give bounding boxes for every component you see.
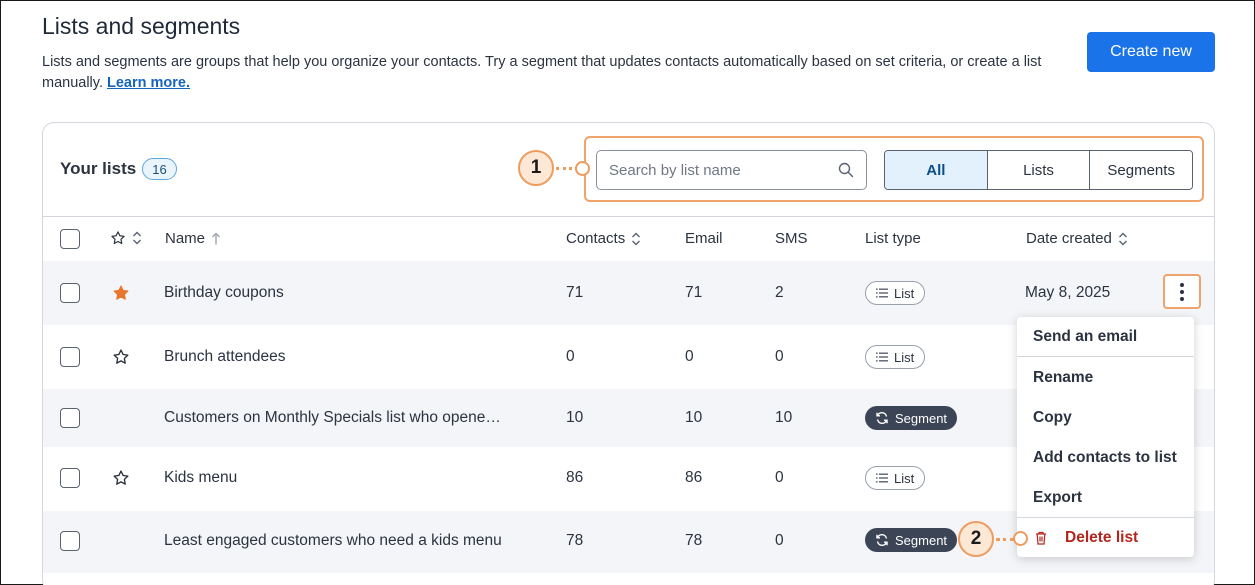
sort-icon bbox=[1118, 232, 1127, 245]
menu-item-rename[interactable]: Rename bbox=[1033, 369, 1093, 387]
refresh-icon bbox=[876, 533, 888, 547]
list-type-label: List bbox=[894, 470, 915, 486]
list-type-column-header: List type bbox=[865, 230, 921, 247]
sms-count: 2 bbox=[775, 284, 784, 301]
list-type-pill: List bbox=[865, 466, 926, 490]
table-row[interactable]: Birthday coupons 71 71 2 List May 8, 202… bbox=[43, 261, 1214, 325]
row-action-menu: Send an email Rename Copy Add contacts t… bbox=[1017, 317, 1194, 557]
callout-anchor bbox=[1013, 531, 1028, 546]
more-options-button[interactable] bbox=[1163, 274, 1201, 309]
sms-count: 0 bbox=[775, 348, 784, 365]
list-type-pill: List bbox=[865, 281, 926, 305]
filter-all[interactable]: All bbox=[885, 151, 988, 189]
list-name[interactable]: Least engaged customers who need a kids … bbox=[164, 532, 502, 550]
row-checkbox[interactable] bbox=[60, 408, 80, 428]
list-type-label: List bbox=[894, 349, 915, 365]
page-title: Lists and segments bbox=[42, 13, 241, 39]
list-count-badge: 16 bbox=[142, 158, 177, 180]
page-description: Lists and segments are groups that help … bbox=[42, 52, 1062, 94]
date-created-header-label: Date created bbox=[1026, 230, 1112, 247]
sms-count: 10 bbox=[775, 409, 793, 426]
callout-step-2: 2 bbox=[958, 521, 994, 557]
list-name[interactable]: Kids menu bbox=[164, 469, 237, 487]
star-filled-icon[interactable] bbox=[112, 284, 130, 302]
email-count: 10 bbox=[685, 409, 703, 426]
favorite-sort-header[interactable] bbox=[110, 230, 142, 246]
sms-count: 0 bbox=[775, 532, 784, 549]
contacts-column-header[interactable]: Contacts bbox=[566, 230, 641, 247]
menu-item-copy[interactable]: Copy bbox=[1033, 409, 1072, 427]
list-icon bbox=[876, 352, 888, 362]
search-box[interactable] bbox=[596, 150, 867, 190]
row-checkbox[interactable] bbox=[60, 468, 80, 488]
contacts-count: 0 bbox=[566, 348, 575, 365]
contacts-count: 86 bbox=[566, 469, 584, 486]
list-icon bbox=[876, 473, 888, 483]
row-checkbox[interactable] bbox=[60, 283, 80, 303]
name-column-header[interactable]: Name bbox=[165, 230, 221, 247]
menu-separator bbox=[1017, 517, 1194, 518]
more-vertical-icon bbox=[1180, 282, 1184, 301]
list-type-label: List bbox=[894, 285, 915, 301]
select-all-checkbox[interactable] bbox=[60, 229, 80, 249]
date-created: May 8, 2025 bbox=[1025, 284, 1111, 301]
email-count: 78 bbox=[685, 532, 703, 549]
star-outline-icon bbox=[111, 231, 125, 245]
row-checkbox[interactable] bbox=[60, 531, 80, 551]
filter-segmented-control: All Lists Segments bbox=[884, 150, 1193, 190]
date-created-column-header[interactable]: Date created bbox=[1026, 230, 1128, 247]
table-header: Name Contacts Email SMS List type Date c… bbox=[43, 216, 1214, 261]
star-outline-icon[interactable] bbox=[112, 348, 130, 366]
menu-item-send-email[interactable]: Send an email bbox=[1033, 328, 1137, 346]
segment-type-pill: Segment bbox=[865, 406, 958, 430]
email-count: 86 bbox=[685, 469, 703, 486]
search-input[interactable] bbox=[609, 161, 838, 179]
refresh-icon bbox=[876, 411, 888, 425]
sort-icon bbox=[133, 231, 141, 245]
contacts-header-label: Contacts bbox=[566, 230, 626, 247]
contacts-count: 78 bbox=[566, 532, 584, 549]
learn-more-link[interactable]: Learn more. bbox=[107, 75, 190, 91]
trash-icon bbox=[1036, 531, 1046, 545]
segment-type-pill: Segment bbox=[865, 528, 958, 552]
list-name[interactable]: Customers on Monthly Specials list who o… bbox=[164, 409, 501, 427]
name-header-label: Name bbox=[165, 230, 206, 247]
email-count: 0 bbox=[685, 348, 694, 365]
contacts-count: 71 bbox=[566, 284, 584, 301]
contacts-count: 10 bbox=[566, 409, 584, 426]
sort-icon bbox=[632, 232, 641, 245]
callout-step-1: 1 bbox=[518, 150, 554, 186]
menu-item-export[interactable]: Export bbox=[1033, 489, 1082, 507]
list-type-pill: List bbox=[865, 345, 926, 369]
list-name[interactable]: Birthday coupons bbox=[164, 284, 284, 302]
email-column-header: Email bbox=[685, 230, 723, 247]
list-icon bbox=[876, 288, 888, 298]
your-lists-title: Your lists bbox=[60, 159, 137, 178]
sort-ascending-icon bbox=[212, 232, 221, 244]
list-type-label: Segment bbox=[895, 532, 948, 548]
star-outline-icon[interactable] bbox=[112, 469, 130, 487]
search-icon bbox=[838, 162, 854, 178]
description-text: Lists and segments are groups that help … bbox=[42, 54, 1042, 91]
email-count: 71 bbox=[685, 284, 703, 301]
list-type-label: Segment bbox=[895, 410, 948, 426]
filter-lists[interactable]: Lists bbox=[987, 151, 1091, 189]
sms-count: 0 bbox=[775, 469, 784, 486]
callout-anchor bbox=[575, 161, 590, 176]
menu-item-add-contacts[interactable]: Add contacts to list bbox=[1033, 449, 1177, 467]
row-checkbox[interactable] bbox=[60, 347, 80, 367]
create-new-button[interactable]: Create new bbox=[1087, 32, 1215, 72]
callout-connector bbox=[996, 538, 1014, 541]
filter-segments[interactable]: Segments bbox=[1090, 151, 1192, 189]
menu-separator bbox=[1017, 356, 1194, 357]
menu-item-delete-list[interactable]: Delete list bbox=[1065, 529, 1138, 547]
sms-column-header: SMS bbox=[775, 230, 808, 247]
list-name[interactable]: Brunch attendees bbox=[164, 348, 286, 366]
